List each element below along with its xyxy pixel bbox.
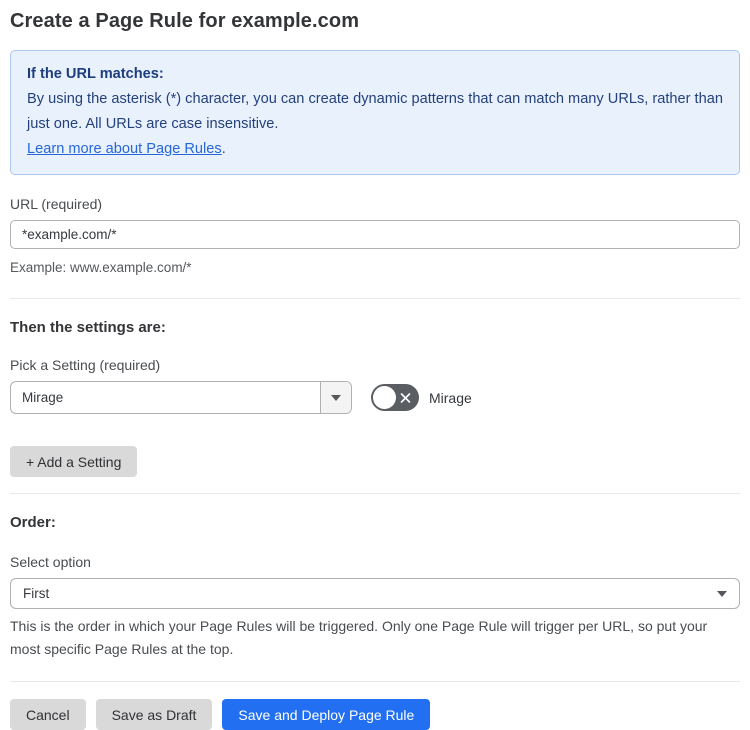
divider xyxy=(10,493,740,494)
url-input[interactable] xyxy=(10,220,740,249)
url-example-helper: Example: www.example.com/* xyxy=(10,260,192,275)
link-period: . xyxy=(221,141,226,157)
toggle-knob xyxy=(373,386,396,409)
page-rule-form: Create a Page Rule for example.com If th… xyxy=(0,0,750,730)
divider xyxy=(10,298,740,299)
learn-more-link[interactable]: Learn more about Page Rules xyxy=(27,141,222,157)
setting-select-value: Mirage xyxy=(22,390,64,405)
info-box-body-text: By using the asterisk (*) character, you… xyxy=(27,91,723,132)
add-setting-button[interactable]: + Add a Setting xyxy=(10,446,138,477)
toggle-setting-label: Mirage xyxy=(429,389,472,406)
save-deploy-button[interactable]: Save and Deploy Page Rule xyxy=(222,699,431,730)
cancel-button[interactable]: Cancel xyxy=(10,699,86,730)
pick-setting-label: Pick a Setting (required) xyxy=(10,357,161,373)
save-draft-button[interactable]: Save as Draft xyxy=(95,699,213,730)
setting-select-arrow-button[interactable] xyxy=(320,382,351,413)
order-helper-text: This is the order in which your Page Rul… xyxy=(10,618,708,657)
toggle-off-x-icon xyxy=(399,391,412,404)
settings-section-heading: Then the settings are: xyxy=(10,319,166,336)
setting-select[interactable]: Mirage xyxy=(10,381,352,414)
info-box-heading: If the URL matches: xyxy=(27,66,164,82)
url-field-label: URL (required) xyxy=(10,196,103,212)
info-box-link-line: Learn more about Page Rules. xyxy=(27,137,723,162)
chevron-down-icon xyxy=(717,590,727,597)
page-title: Create a Page Rule for example.com xyxy=(10,10,360,32)
order-section-heading: Order: xyxy=(10,514,56,531)
divider xyxy=(10,681,740,682)
mirage-toggle[interactable] xyxy=(371,384,419,411)
order-select-value: First xyxy=(23,586,50,601)
url-match-info-box: If the URL matches: By using the asteris… xyxy=(10,50,740,175)
info-box-body: By using the asterisk (*) character, you… xyxy=(27,87,723,137)
order-select[interactable]: First xyxy=(10,578,740,609)
footer-actions: Cancel Save as Draft Save and Deploy Pag… xyxy=(10,699,740,730)
order-select-label: Select option xyxy=(10,554,91,570)
chevron-down-icon xyxy=(331,394,341,401)
setting-row: Mirage Mirage xyxy=(10,381,740,414)
